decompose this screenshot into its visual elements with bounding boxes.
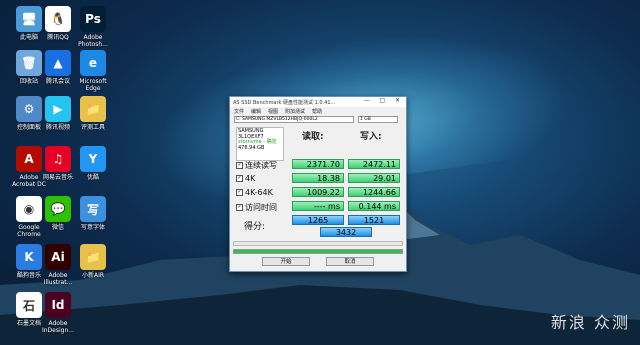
desktop-icon[interactable]: 📁 评测工具 <box>72 96 114 131</box>
access-write-value: 0.144 ms <box>348 201 400 211</box>
app-icon: ▲ <box>45 50 71 76</box>
desktop-icon-label: Microsoft Edge <box>79 78 107 92</box>
seq-read-value: 2371.70 <box>292 159 344 169</box>
desktop-icon[interactable]: 写写意字体 <box>72 196 114 231</box>
4k-read-value: 18.38 <box>292 173 344 183</box>
desktop-icon[interactable]: e Microsoft Edge <box>72 50 114 92</box>
row-4k64-label: 4K-64K <box>245 188 273 197</box>
score-read: 1265 <box>292 215 344 225</box>
title-bar: AS SSD Benchmark 硬盘性能测试 1.0.41... — □ ✕ <box>230 97 406 107</box>
checkbox-access[interactable]: ✓ <box>236 204 243 211</box>
window-controls[interactable]: — □ ✕ <box>363 97 404 104</box>
desktop-icon[interactable]: 📁 小新AIR <box>72 244 114 279</box>
score-total: 3432 <box>320 227 372 237</box>
desktop-icon-label: 小新AIR <box>81 272 105 279</box>
menu-extra-tests[interactable]: 附加测试 <box>285 108 305 115</box>
app-icon: 🐧 <box>45 6 71 32</box>
checkbox-4k[interactable]: ✓ <box>236 175 243 182</box>
desktop-icon-label: 评测工具 <box>80 124 105 131</box>
4k64-read-value: 1009.22 <box>292 187 344 197</box>
row-4k64: ✓ 4K-64K <box>236 188 273 197</box>
score-label: 得分: <box>244 222 266 232</box>
row-access-label: 访问时间 <box>245 203 277 212</box>
read-header: 读取: <box>302 132 324 142</box>
size-select[interactable]: 1 GB <box>358 116 398 123</box>
4k64-write-value: 1244.66 <box>348 187 400 197</box>
cancel-button[interactable]: 取消 <box>326 257 374 266</box>
app-icon: Ai <box>45 244 71 270</box>
selector-bar: C: SAMSUNG MZVLB512HBJQ-000L2 1 GB <box>230 115 406 124</box>
start-button[interactable]: 开始 <box>262 257 310 266</box>
row-access: ✓ 访问时间 <box>236 202 277 213</box>
drive-select[interactable]: C: SAMSUNG MZVLB512HBJQ-000L2 <box>234 116 354 123</box>
app-icon: 写 <box>80 196 106 222</box>
overall-progress-bar <box>233 249 403 254</box>
window-title: AS SSD Benchmark 硬盘性能测试 1.0.41... <box>233 99 336 106</box>
watermark-logo: 新浪 众测 <box>550 313 630 332</box>
row-seq: ✓ 连续读写 <box>236 160 277 171</box>
desktop-icon-label: 写意字体 <box>80 224 105 231</box>
menu-help[interactable]: 帮助 <box>312 108 322 115</box>
drive-info-panel: SAMSUNG 3L1QEXF7 stornvme - 确定 476.94 GB <box>236 127 284 161</box>
row-4k-label: 4K <box>245 174 256 183</box>
checkbox-seq[interactable]: ✓ <box>236 162 243 169</box>
drive-size: 476.94 GB <box>238 144 265 151</box>
desktop-icon[interactable]: Ps Adobe Photosh... <box>72 6 114 48</box>
as-ssd-window: AS SSD Benchmark 硬盘性能测试 1.0.41... — □ ✕ … <box>229 96 407 272</box>
test-progress-bar <box>233 241 403 246</box>
score-write: 1521 <box>348 215 400 225</box>
app-icon: ▶ <box>45 96 71 122</box>
4k-write-value: 29.01 <box>348 173 400 183</box>
write-header: 写入: <box>360 132 382 142</box>
menu-edit[interactable]: 编辑 <box>251 108 261 115</box>
app-icon: Y <box>80 146 106 172</box>
checkbox-4k64[interactable]: ✓ <box>236 189 243 196</box>
row-4k: ✓ 4K <box>236 174 255 183</box>
menu-file[interactable]: 文件 <box>234 108 244 115</box>
menu-view[interactable]: 视图 <box>268 108 278 115</box>
app-icon: 📁 <box>80 96 106 122</box>
desktop-icon[interactable]: Y 优酷 <box>72 146 114 181</box>
row-seq-label: 连续读写 <box>245 161 277 170</box>
desktop-icon-label: Adobe Photosh... <box>78 34 108 48</box>
app-icon: e <box>80 50 106 76</box>
access-read-value: ---- ms <box>292 201 344 211</box>
menu-bar: 文件 编辑 视图 附加测试 帮助 <box>230 107 406 115</box>
app-icon: Ps <box>80 6 106 32</box>
app-icon: ♫ <box>45 146 71 172</box>
desktop-icon-label: Adobe InDesign... <box>41 320 74 334</box>
app-icon: Id <box>45 292 71 318</box>
seq-write-value: 2472.11 <box>348 159 400 169</box>
app-icon: 📁 <box>80 244 106 270</box>
app-icon: 💬 <box>45 196 71 222</box>
desktop-icon[interactable]: Id Adobe InDesign... <box>37 292 79 334</box>
desktop-icon-label: 优酷 <box>86 174 99 181</box>
